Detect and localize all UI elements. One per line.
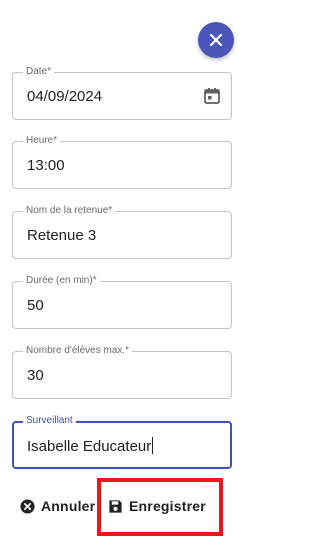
calendar-icon[interactable]	[203, 87, 221, 105]
supervisor-field-text: Isabelle Educateur	[27, 438, 152, 455]
time-field[interactable]: Heure* 13:00	[12, 134, 232, 189]
duration-field[interactable]: Durée (en min)* 50	[12, 274, 232, 329]
cancel-button[interactable]: Annuler	[20, 496, 95, 516]
supervisor-field[interactable]: Surveillant Isabelle Educateur	[12, 414, 232, 469]
detention-name-field[interactable]: Nom de la retenue* Retenue 3	[12, 204, 232, 259]
close-icon	[209, 33, 223, 47]
text-caret	[152, 437, 154, 454]
date-field-label: Date*	[23, 65, 55, 79]
supervisor-field-label: Surveillant	[23, 414, 76, 428]
max-students-field-value[interactable]: 30	[27, 367, 44, 385]
date-field-value[interactable]: 04/09/2024	[27, 88, 102, 106]
detention-name-field-label: Nom de la retenue*	[23, 204, 116, 218]
time-field-label: Heure*	[23, 134, 61, 148]
cancel-button-label: Annuler	[41, 498, 96, 514]
time-field-value[interactable]: 13:00	[27, 157, 65, 175]
supervisor-field-value[interactable]: Isabelle Educateur	[27, 437, 154, 456]
date-field[interactable]: Date* 04/09/2024	[12, 65, 232, 120]
max-students-field[interactable]: Nombre d'élèves max.* 30	[12, 344, 232, 399]
duration-field-value[interactable]: 50	[27, 297, 44, 315]
duration-field-label: Durée (en min)*	[23, 274, 100, 288]
save-button-label: Enregistrer	[129, 498, 206, 514]
close-button[interactable]	[198, 22, 234, 58]
detention-form-dialog: Date* 04/09/2024 Heure* 13:00 Nom de la …	[0, 0, 246, 550]
cancel-circle-icon	[20, 498, 35, 514]
save-button[interactable]: Enregistrer	[108, 496, 206, 516]
detention-name-field-value[interactable]: Retenue 3	[27, 227, 96, 245]
floppy-disk-icon	[109, 499, 122, 513]
max-students-field-label: Nombre d'élèves max.*	[23, 344, 133, 358]
